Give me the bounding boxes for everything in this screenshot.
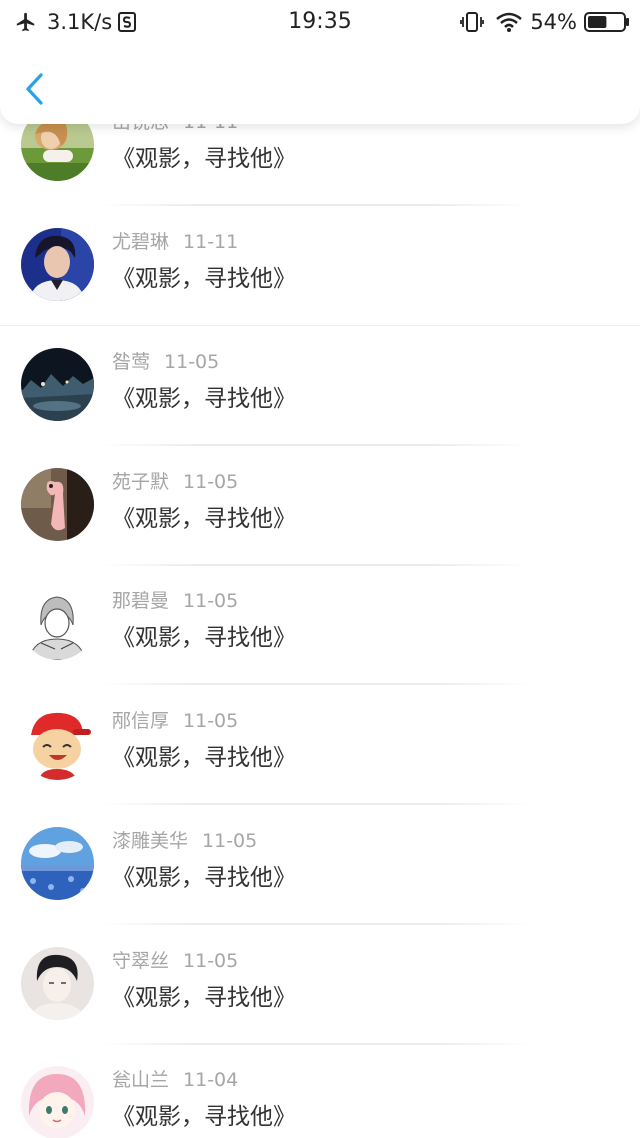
username[interactable]: 尤碧琳 [112, 231, 169, 253]
comment-date: 11-05 [164, 351, 220, 373]
comment-text: 《观影，寻找他》 [112, 985, 296, 1011]
username[interactable]: 邴信厚 [112, 710, 169, 732]
young-man-blue-avatar[interactable] [21, 228, 94, 301]
comment-meta: 尤碧琳 11-11 [112, 227, 238, 255]
comment-text: 《观影，寻找他》 [112, 625, 296, 651]
list-item[interactable]: 昝莺 11-05 《观影，寻找他》 [0, 327, 640, 446]
chevron-left-icon [26, 73, 43, 105]
wifi-icon [496, 12, 523, 32]
comment-text: 《观影，寻找他》 [112, 146, 296, 172]
comment-text: 《观影，寻找他》 [112, 865, 296, 891]
comment-date: 11-05 [183, 710, 239, 732]
divider [100, 444, 530, 446]
list-item[interactable]: 漆雕美华 11-05 《观影，寻找他》 [0, 806, 640, 925]
pink-flamingo-avatar[interactable] [21, 468, 94, 541]
divider [0, 325, 640, 326]
divider [100, 683, 530, 685]
comment-text: 《观影，寻找他》 [112, 1104, 296, 1130]
divider [100, 803, 530, 805]
comment-date: 11-11 [183, 231, 239, 253]
list-item[interactable]: 尤碧琳 11-11 《观影，寻找他》 [0, 207, 640, 326]
blue-flower-field-avatar[interactable] [21, 827, 94, 900]
battery-percent: 54% [530, 10, 577, 34]
pale-portrait-avatar[interactable] [21, 947, 94, 1020]
comment-meta: 瓮山兰 11-04 [112, 1065, 238, 1093]
list-item[interactable]: 邴信厚 11-05 《观影，寻找他》 [0, 686, 640, 805]
anime-girl-pink-hair-avatar[interactable] [21, 1066, 94, 1138]
comment-date: 11-04 [183, 1069, 239, 1091]
comment-date: 11-05 [183, 471, 239, 493]
username[interactable]: 那碧曼 [112, 590, 169, 612]
username[interactable]: 昝莺 [112, 351, 150, 373]
username[interactable]: 苑子默 [112, 471, 169, 493]
divider [100, 204, 530, 206]
username[interactable]: 守翠丝 [112, 950, 169, 972]
cartoon-boy-red-cap-avatar[interactable] [21, 707, 94, 780]
comment-meta: 邴信厚 11-05 [112, 706, 238, 734]
battery-icon [584, 12, 629, 32]
back-button[interactable] [14, 64, 54, 114]
vibrate-icon [460, 12, 485, 32]
comment-date: 11-05 [183, 950, 239, 972]
night-scene-avatar[interactable] [21, 348, 94, 421]
comment-meta: 那碧曼 11-05 [112, 586, 238, 614]
divider [100, 923, 530, 925]
username[interactable]: 瓮山兰 [112, 1069, 169, 1091]
list-item[interactable]: 守翠丝 11-05 《观影，寻找他》 [0, 926, 640, 1045]
sketch-girl-avatar[interactable] [21, 587, 94, 660]
comment-meta: 苑子默 11-05 [112, 467, 238, 495]
list-item[interactable]: 那碧曼 11-05 《观影，寻找他》 [0, 566, 640, 685]
comment-date: 11-05 [202, 830, 258, 852]
comment-list[interactable]: 岀锐思11-11 《观影，寻找他》 尤碧琳11-11 《观影，寻找他》 [0, 0, 640, 1138]
comment-text: 《观影，寻找他》 [112, 266, 296, 292]
username[interactable]: 漆雕美华 [112, 830, 188, 852]
comment-text: 《观影，寻找他》 [112, 386, 296, 412]
list-item[interactable]: 苑子默 11-05 《观影，寻找他》 [0, 447, 640, 566]
comment-text: 《观影，寻找他》 [112, 745, 296, 771]
status-bar: 3.1K/s 19:35 54% [0, 0, 640, 44]
comment-meta: 漆雕美华 11-05 [112, 826, 257, 854]
list-item[interactable]: 瓮山兰 11-04 《观影，寻找他》 [0, 1045, 640, 1138]
comment-meta: 守翠丝 11-05 [112, 946, 238, 974]
comment-text: 《观影，寻找他》 [112, 506, 296, 532]
comment-meta: 昝莺 11-05 [112, 347, 219, 375]
comment-date: 11-05 [183, 590, 239, 612]
